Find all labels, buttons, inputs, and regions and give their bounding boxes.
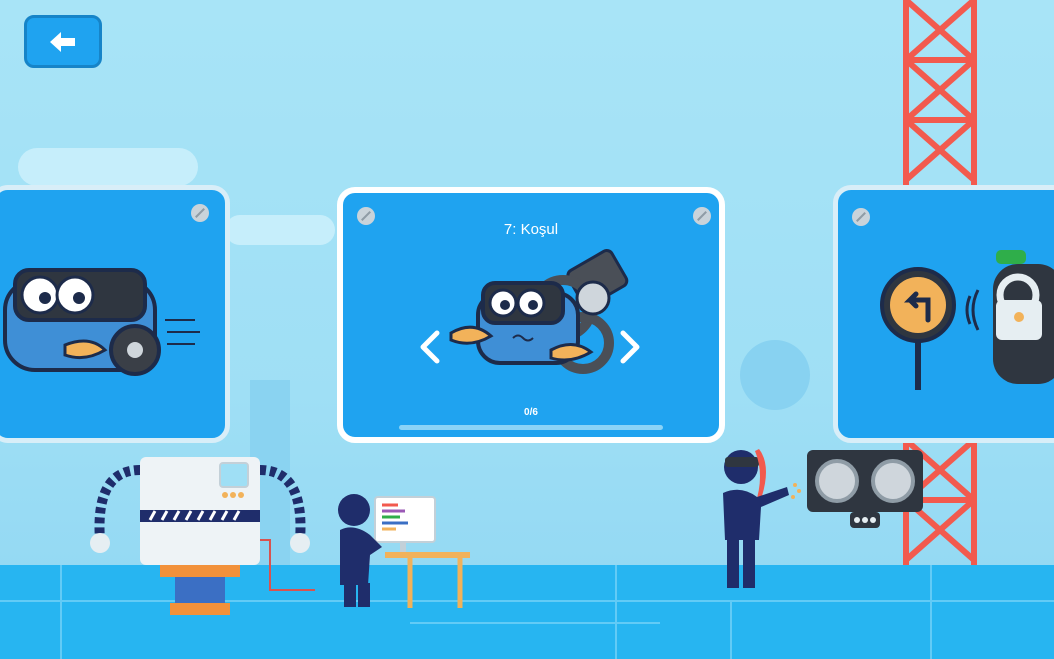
progress-text: 0/6 xyxy=(524,407,538,418)
background-tree xyxy=(740,340,810,410)
robot-car-icon xyxy=(3,268,200,376)
screw-icon xyxy=(852,208,870,226)
chevron-left-icon[interactable] xyxy=(417,329,441,365)
traffic-sign-lock-icon xyxy=(880,250,1054,390)
level-card-previous[interactable] xyxy=(0,185,230,443)
level-card-current[interactable]: 7: Koşul 0/6 xyxy=(337,187,725,443)
level-title: 7: Koşul xyxy=(503,221,559,238)
welder-worker xyxy=(723,449,801,588)
ground-line xyxy=(60,565,62,659)
cloud xyxy=(18,148,198,186)
cloud xyxy=(225,215,335,245)
chevron-right-icon[interactable] xyxy=(619,329,643,365)
ground-line xyxy=(410,622,660,624)
ground-line xyxy=(615,565,617,659)
ground-line xyxy=(730,600,732,659)
robot-gear-icon xyxy=(449,249,629,374)
arrow-left-icon xyxy=(50,31,75,52)
programmer-at-desk xyxy=(338,494,470,608)
level-card-next[interactable] xyxy=(833,185,1054,443)
screw-icon xyxy=(191,204,209,222)
progress-bar xyxy=(399,425,663,430)
ultrasonic-sensor xyxy=(807,450,923,528)
ground-line xyxy=(930,565,932,659)
big-robot xyxy=(90,457,315,615)
back-button[interactable] xyxy=(24,15,102,68)
